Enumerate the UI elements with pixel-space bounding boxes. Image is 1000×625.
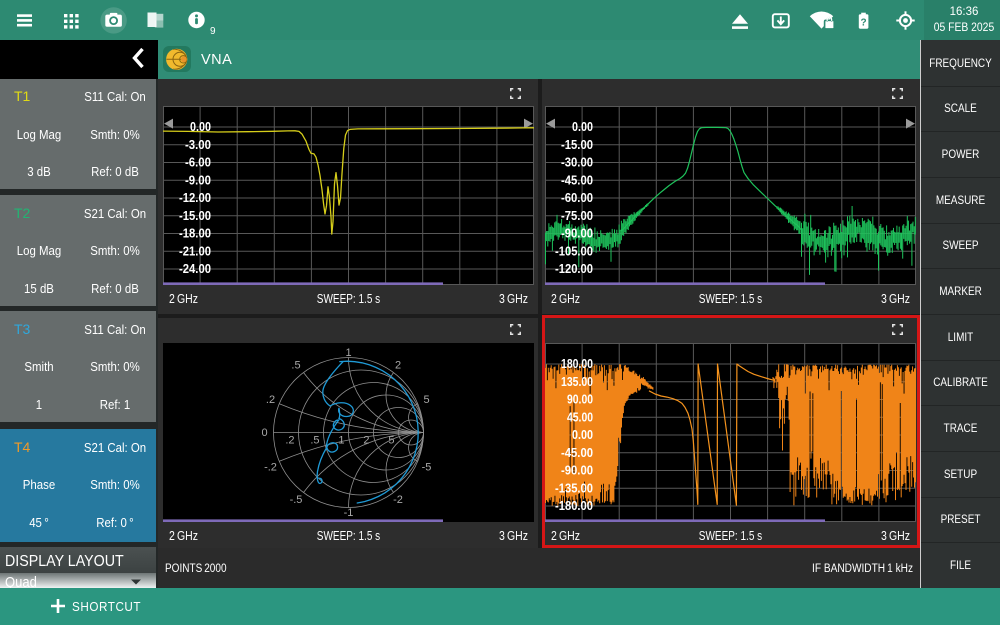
svg-text:-1: -1 (344, 507, 354, 519)
svg-text:-135.00: -135.00 (555, 481, 593, 495)
svg-text:-30.00: -30.00 (561, 155, 593, 169)
svg-text:-90.00: -90.00 (561, 226, 593, 240)
svg-text:-75.00: -75.00 (561, 209, 593, 223)
svg-text:-9.00: -9.00 (185, 173, 211, 187)
svg-text:0: 0 (261, 427, 267, 439)
svg-text:.5: .5 (310, 434, 319, 446)
svg-text:5: 5 (388, 434, 394, 446)
svg-text:-.5: -.5 (290, 493, 303, 505)
svg-text:.2: .2 (285, 434, 294, 446)
svg-text:45.00: 45.00 (567, 410, 593, 424)
svg-text:5: 5 (423, 394, 429, 406)
svg-text:0.00: 0.00 (572, 120, 593, 134)
svg-text:-12.00: -12.00 (179, 191, 211, 205)
svg-text:-60.00: -60.00 (561, 191, 593, 205)
svg-text:-90.00: -90.00 (561, 463, 593, 477)
svg-text:1: 1 (345, 346, 351, 358)
svg-text:-45.00: -45.00 (561, 446, 593, 460)
svg-text:-18.00: -18.00 (179, 226, 211, 240)
svg-text:0.00: 0.00 (190, 120, 211, 134)
svg-text:-3.00: -3.00 (185, 138, 211, 152)
svg-text:135.00: 135.00 (561, 375, 593, 389)
svg-text:-21.00: -21.00 (179, 244, 211, 258)
svg-text:0.00: 0.00 (572, 428, 593, 442)
svg-text:-2: -2 (393, 493, 403, 505)
svg-text:-180.00: -180.00 (555, 499, 593, 513)
svg-text:1: 1 (338, 434, 344, 446)
svg-text:-105.00: -105.00 (555, 244, 593, 258)
svg-text:-5: -5 (422, 461, 432, 473)
svg-text:.2: .2 (266, 394, 275, 406)
svg-text:-15.00: -15.00 (561, 138, 593, 152)
svg-text:-.2: -.2 (264, 461, 277, 473)
svg-text:180.00: 180.00 (561, 357, 593, 371)
svg-text:-15.00: -15.00 (179, 209, 211, 223)
svg-text:.5: .5 (291, 359, 300, 371)
svg-text:90.00: 90.00 (567, 392, 593, 406)
svg-text:-6.00: -6.00 (185, 155, 211, 169)
svg-text:2: 2 (395, 359, 401, 371)
svg-text:9: 9 (210, 26, 216, 37)
svg-text:?: ? (861, 18, 867, 29)
svg-text:-45.00: -45.00 (561, 173, 593, 187)
svg-text:-24.00: -24.00 (179, 262, 211, 276)
svg-text:2: 2 (363, 434, 369, 446)
svg-text:-120.00: -120.00 (555, 262, 593, 276)
